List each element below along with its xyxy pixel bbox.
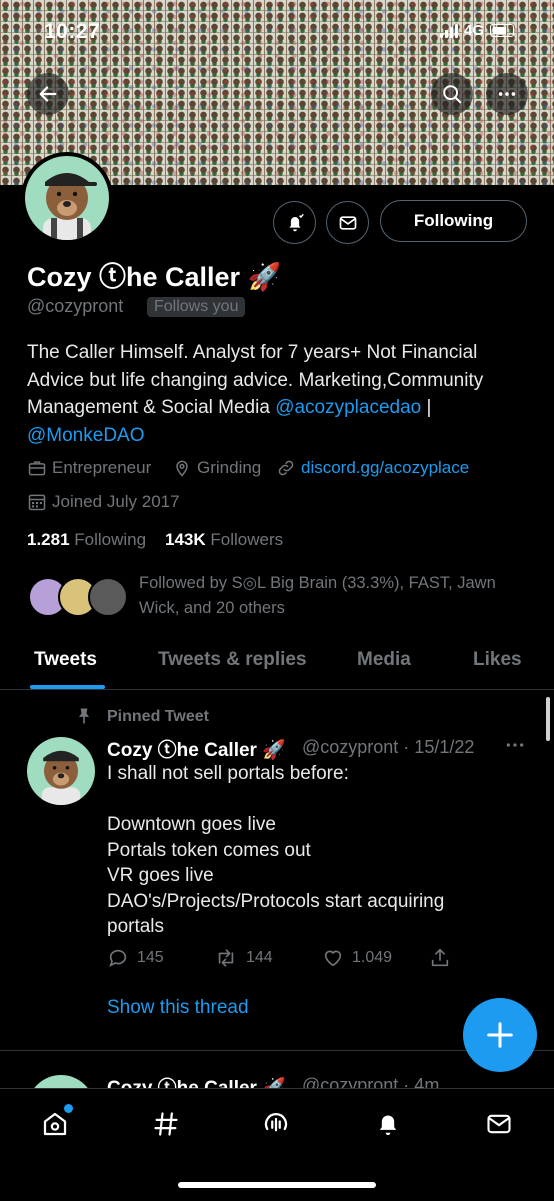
profile-bio: The Caller Himself. Analyst for 7 years+…	[27, 339, 527, 449]
home-indicator	[178, 1182, 376, 1188]
network-label: 4G	[463, 22, 484, 39]
search-button[interactable]	[431, 73, 473, 115]
followers-label: Followers	[210, 530, 284, 549]
followers-stat[interactable]: 143K Followers	[165, 530, 283, 549]
tweet-more-icon[interactable]	[505, 737, 525, 753]
envelope-icon	[339, 215, 356, 230]
scrollbar[interactable]	[546, 697, 550, 741]
tweet-line	[107, 787, 444, 813]
reply-button[interactable]: 145	[107, 947, 164, 969]
following-button[interactable]: Following	[380, 200, 527, 242]
notifications-toggle-button[interactable]	[273, 201, 316, 244]
back-button[interactable]	[27, 73, 69, 115]
pinned-label: Pinned Tweet	[107, 708, 209, 725]
more-options-button[interactable]	[486, 73, 528, 115]
tab-media[interactable]: Media	[357, 649, 411, 671]
nav-messages[interactable]	[482, 1107, 516, 1141]
like-count: 1.049	[352, 949, 393, 966]
followed-by-text[interactable]: Followed by S◎L Big Brain (33.3%), FAST,…	[139, 571, 529, 621]
profile-avatar[interactable]	[21, 152, 113, 244]
compose-tweet-button[interactable]	[463, 998, 537, 1072]
tab-likes[interactable]: Likes	[473, 649, 522, 671]
plus-icon	[487, 1022, 513, 1048]
profile-tabs: Tweets Tweets & replies Media Likes	[0, 641, 554, 690]
like-button[interactable]: 1.049	[322, 947, 392, 969]
bear-avatar-icon	[41, 750, 81, 805]
following-label: Following	[74, 530, 147, 549]
mutual-avatar-3	[88, 577, 128, 617]
tweet-body: I shall not sell portals before: Downtow…	[107, 761, 444, 940]
signal-icon	[439, 23, 458, 38]
back-arrow-icon	[39, 86, 57, 102]
tweet-line: VR goes live	[107, 865, 214, 886]
home-icon	[43, 1112, 67, 1136]
profile-location: Grinding	[172, 458, 261, 478]
bell-check-icon	[289, 213, 304, 231]
profile-joined: Joined July 2017	[27, 492, 180, 512]
profile-website[interactable]: discord.gg/acozyplace	[276, 458, 469, 478]
joined-label: Joined July 2017	[52, 492, 180, 511]
tweet-line: DAO's/Projects/Protocols start acquiring	[107, 890, 445, 912]
nav-notifications[interactable]	[371, 1107, 405, 1141]
reply-count: 145	[137, 949, 164, 966]
profile-occupation: Entrepreneur	[27, 458, 151, 478]
nav-spaces[interactable]	[259, 1107, 293, 1141]
tab-tweets-replies[interactable]: Tweets & replies	[158, 649, 307, 671]
tweet-actions: 145 144 1.049	[107, 947, 467, 975]
bio-separator: |	[421, 397, 432, 418]
retweet-count: 144	[246, 949, 273, 966]
bio-link-acozyplacedao[interactable]: @acozyplacedao	[275, 397, 421, 418]
location-label: Grinding	[197, 458, 262, 477]
message-button[interactable]	[326, 201, 369, 244]
location-pin-icon	[176, 460, 188, 477]
nav-home[interactable]	[38, 1104, 73, 1141]
hashtag-icon	[154, 1112, 178, 1136]
tab-tweets[interactable]: Tweets	[34, 649, 97, 671]
tweet-author-name[interactable]: Cozy ⓣhe Caller 🚀	[107, 735, 286, 762]
show-thread-link[interactable]: Show this thread	[107, 997, 249, 1019]
tweet-line: Downtown goes live	[107, 814, 276, 835]
pin-icon	[79, 708, 89, 724]
retweet-button[interactable]: 144	[214, 947, 273, 969]
tweet-line: I shall not sell portals before:	[107, 763, 349, 784]
share-icon	[431, 948, 449, 967]
retweet-icon	[218, 949, 234, 967]
tweet-author-avatar[interactable]	[27, 737, 95, 805]
spaces-icon	[264, 1113, 288, 1132]
profile-name: Cozy ⓣhe Caller 🚀	[27, 262, 282, 292]
bio-link-monkedao[interactable]: @MonkeDAO	[27, 425, 145, 446]
more-dots-icon	[498, 92, 516, 96]
status-bar: 10:27 4G	[0, 18, 554, 48]
tweet-line: portals	[107, 916, 165, 937]
website-link[interactable]: discord.gg/acozyplace	[301, 458, 469, 478]
search-icon	[443, 85, 462, 104]
reply-icon	[109, 949, 127, 967]
following-stat[interactable]: 1.281 Following	[27, 530, 146, 549]
follows-you-badge: Follows you	[147, 297, 246, 317]
bear-avatar-icon	[43, 173, 97, 240]
calendar-icon	[28, 494, 46, 511]
home-notification-dot	[64, 1104, 73, 1113]
share-button[interactable]	[429, 947, 451, 969]
active-tab-indicator	[30, 685, 105, 689]
tweet-line: Portals token comes out	[107, 839, 311, 861]
bell-icon	[379, 1115, 397, 1136]
link-icon	[278, 460, 294, 476]
nav-explore[interactable]	[149, 1107, 183, 1141]
heart-icon	[324, 950, 342, 967]
followers-count: 143K	[165, 530, 206, 549]
tweet-handle-date: @cozypront · 15/1/22	[302, 737, 475, 757]
profile-handle: @cozypront	[27, 296, 124, 316]
battery-icon	[490, 24, 514, 37]
status-time: 10:27	[44, 20, 101, 43]
briefcase-icon	[28, 461, 46, 476]
following-count: 1.281	[27, 530, 70, 549]
envelope-icon	[487, 1114, 511, 1134]
occupation-label: Entrepreneur	[52, 458, 152, 477]
follow-stats: 1.281 Following 143K Followers	[27, 530, 283, 550]
